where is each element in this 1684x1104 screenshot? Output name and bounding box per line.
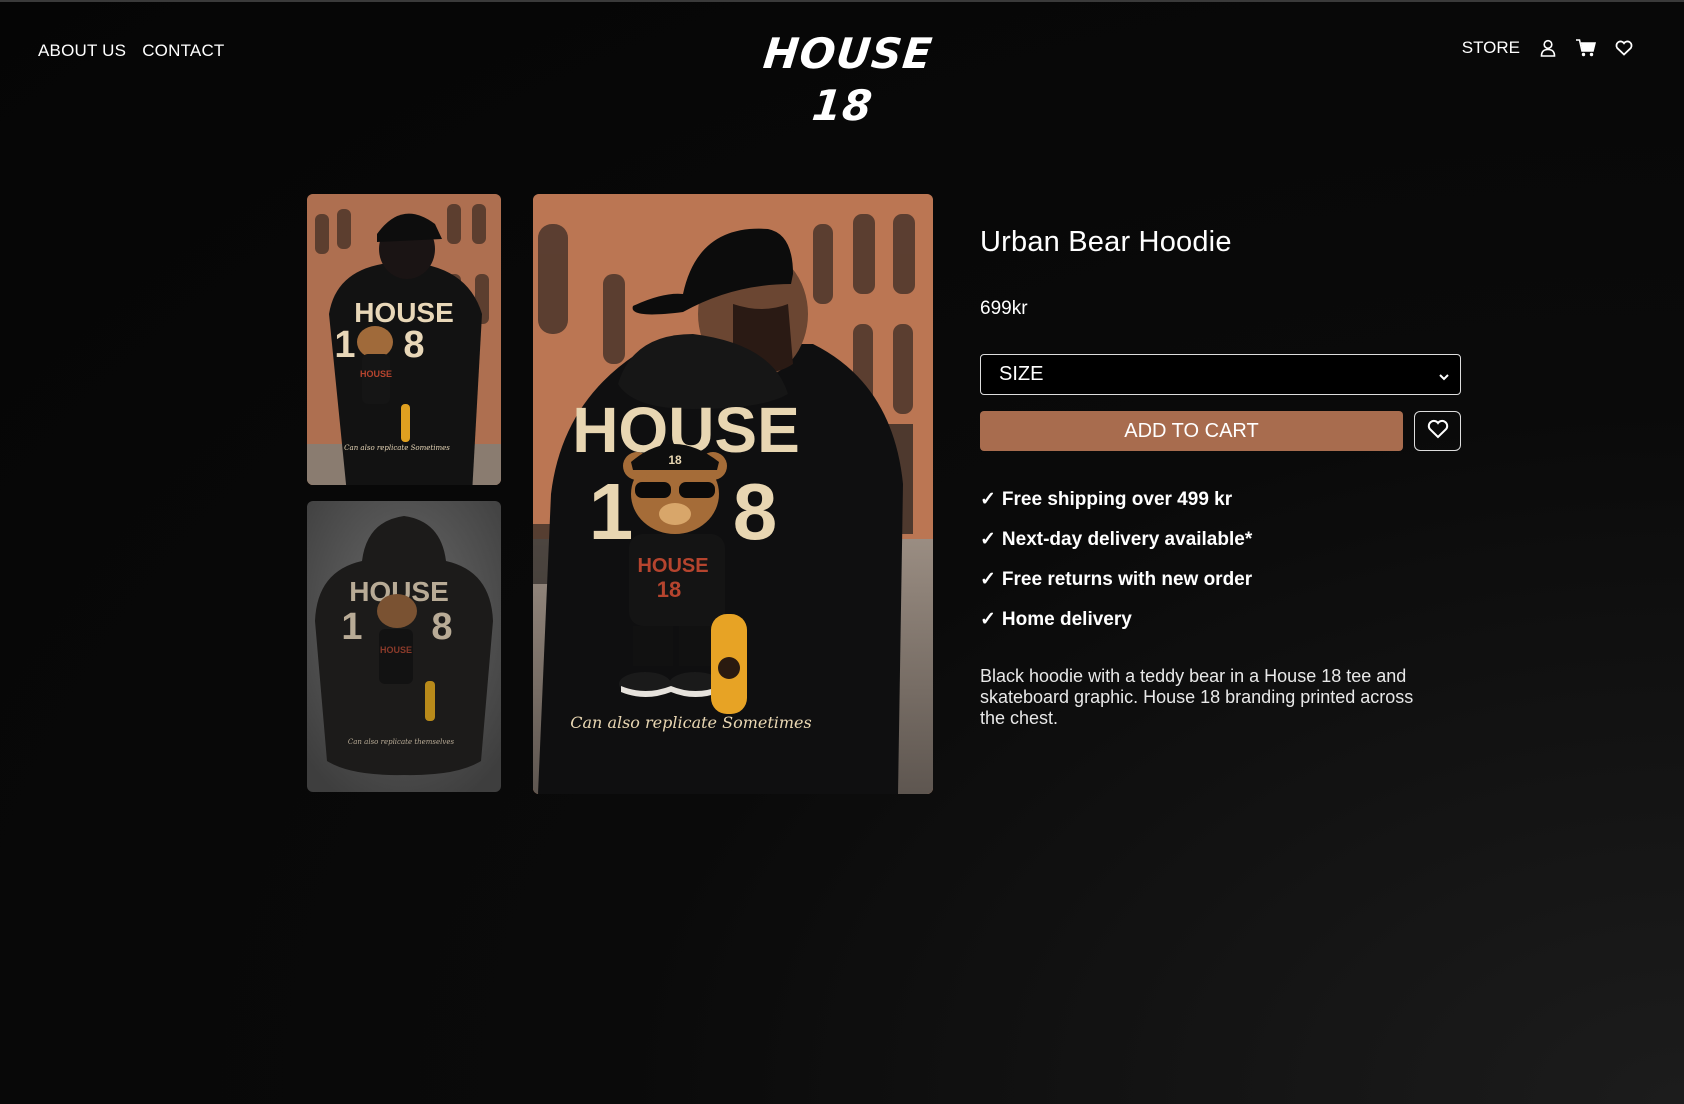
wishlist-button[interactable]: [1414, 411, 1461, 451]
check-icon: ✓: [980, 609, 996, 630]
user-icon[interactable]: [1538, 38, 1558, 58]
feature-text: Home delivery: [1001, 609, 1132, 630]
check-icon: ✓: [980, 489, 996, 510]
size-select-value: SIZE: [999, 363, 1044, 385]
hoodie-back-photo: HOUSE 1 8 HOUSE Can also replicate Somet…: [307, 194, 501, 485]
size-select[interactable]: SIZE: [980, 354, 1461, 395]
hoodie-flat-photo: HOUSE 1 8 HOUSE Can also replicate thems…: [307, 501, 501, 792]
main-shirt-number: 18: [657, 577, 681, 602]
chevron-down-icon: [1438, 367, 1450, 390]
site-logo[interactable]: HOUSE 18: [739, 28, 956, 130]
primary-nav: ABOUT US CONTACT: [38, 41, 225, 61]
feature-item: ✓ Home delivery: [980, 607, 1252, 647]
flat-print-num-left: 1: [341, 606, 362, 648]
heart-icon[interactable]: [1614, 38, 1634, 58]
product-description: Black hoodie with a teddy bear in a Hous…: [980, 666, 1414, 728]
product-title: Urban Bear Hoodie: [980, 226, 1232, 258]
main-print-num-left: 1: [589, 467, 634, 556]
thumbnail-back-view[interactable]: HOUSE 1 8 HOUSE Can also replicate Somet…: [307, 194, 501, 485]
main-print-tagline: Can also replicate Sometimes: [570, 713, 811, 732]
feature-text: Next-day delivery available*: [1001, 529, 1253, 550]
feature-list: ✓ Free shipping over 499 kr ✓ Next-day del…: [980, 487, 1252, 647]
thumbnail-flat-view[interactable]: HOUSE 1 8 HOUSE Can also replicate thems…: [307, 501, 501, 792]
print-tagline: Can also replicate Sometimes: [344, 444, 450, 452]
feature-text: Free shipping over 499 kr: [1001, 489, 1233, 510]
flat-print-num-right: 8: [431, 606, 452, 648]
hoodie-main-photo: HOUSE 1 8 18 HOUSE 18 Can also replicate…: [533, 194, 933, 794]
check-icon: ✓: [980, 569, 996, 590]
feature-item: ✓ Free returns with new order: [980, 567, 1252, 607]
feature-text: Free returns with new order: [1001, 569, 1253, 590]
feature-item: ✓ Free shipping over 499 kr: [980, 487, 1252, 527]
nav-about-us[interactable]: ABOUT US: [38, 41, 126, 61]
cap-number: 18: [668, 453, 682, 467]
nav-contact[interactable]: CONTACT: [142, 41, 224, 61]
site-header: ABOUT US CONTACT HOUSE 18 STORE: [0, 0, 1684, 130]
check-icon: ✓: [980, 529, 996, 550]
heart-icon: [1427, 419, 1449, 444]
main-product-image[interactable]: HOUSE 1 8 18 HOUSE 18 Can also replicate…: [533, 194, 933, 794]
print-num-left: 1: [334, 324, 355, 366]
add-to-cart-button[interactable]: ADD TO CART: [980, 411, 1403, 451]
flat-shirt-text: HOUSE: [380, 645, 412, 655]
cart-icon[interactable]: [1576, 38, 1596, 58]
utility-nav: STORE: [1462, 38, 1634, 58]
print-num-right: 8: [403, 324, 424, 366]
feature-item: ✓ Next-day delivery available*: [980, 527, 1252, 567]
product-price: 699kr: [980, 298, 1028, 319]
flat-print-tagline: Can also replicate themselves: [348, 738, 455, 746]
main-shirt-text: HOUSE: [637, 555, 708, 577]
shirt-text: HOUSE: [360, 369, 392, 379]
main-print-num-right: 8: [733, 467, 778, 556]
nav-store[interactable]: STORE: [1462, 38, 1520, 58]
